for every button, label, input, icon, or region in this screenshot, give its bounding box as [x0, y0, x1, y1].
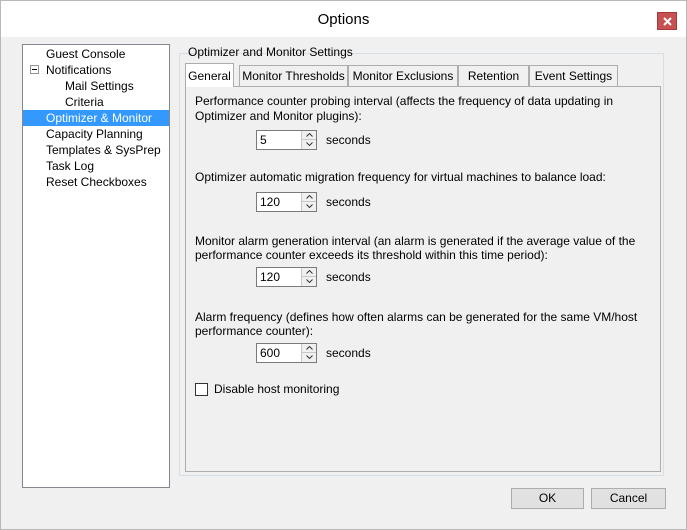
tab-monitor-exclusions[interactable]: Monitor Exclusions — [348, 65, 458, 87]
migration-frequency-label: Optimizer automatic migration frequency … — [195, 170, 606, 184]
window-title: Options — [317, 11, 370, 28]
nav-item-guest-console[interactable]: Guest Console — [46, 46, 125, 62]
alarm-frequency-unit: seconds — [326, 346, 371, 360]
alarm-frequency-value: 600 — [260, 346, 281, 360]
chevron-down-icon — [306, 279, 313, 283]
ok-button[interactable]: OK — [511, 488, 584, 509]
nav-item-templates-sysprep[interactable]: Templates & SysPrep — [46, 142, 161, 158]
disable-host-monitoring-checkbox[interactable] — [195, 383, 208, 396]
nav-item-label: Notifications — [46, 63, 112, 77]
alarm-frequency-label-line1: Alarm frequency (defines how often alarm… — [195, 310, 638, 324]
cancel-button[interactable]: Cancel — [591, 488, 666, 509]
alarm-interval-label-line1: Monitor alarm generation interval (an al… — [195, 234, 636, 248]
nav-item-notifications[interactable]: Notifications — [46, 62, 111, 78]
close-icon — [663, 17, 672, 26]
migration-frequency-spinbox[interactable]: 120 — [256, 192, 317, 212]
migration-frequency-unit: seconds — [326, 195, 371, 209]
probing-interval-label-line1: Performance counter probing interval (af… — [195, 94, 614, 108]
alarm-interval-spinbox[interactable]: 120 — [256, 267, 317, 287]
close-button[interactable] — [657, 12, 677, 30]
tab-monitor-thresholds[interactable]: Monitor Thresholds — [239, 65, 348, 87]
nav-item-label: Guest Console — [46, 47, 126, 61]
probing-interval-value: 5 — [260, 133, 267, 147]
nav-item-capacity-planning[interactable]: Capacity Planning — [46, 126, 143, 142]
chevron-up-icon — [306, 270, 313, 274]
nav-item-criteria[interactable]: Criteria — [65, 94, 104, 110]
options-dialog: Options Guest Console Notifications Mail… — [0, 0, 687, 530]
probing-interval-up-button[interactable] — [302, 131, 316, 140]
chevron-up-icon — [306, 133, 313, 137]
chevron-down-icon — [306, 355, 313, 359]
settings-tree[interactable]: Guest Console Notifications Mail Setting… — [22, 44, 170, 488]
tab-retention[interactable]: Retention — [458, 65, 529, 87]
nav-item-mail-settings[interactable]: Mail Settings — [65, 78, 134, 94]
alarm-interval-value: 120 — [260, 270, 281, 284]
chevron-down-icon — [306, 142, 313, 146]
tab-general[interactable]: General — [185, 63, 234, 87]
alarm-interval-label-line2: performance counter exceeds its threshol… — [195, 248, 548, 262]
disable-host-monitoring-label[interactable]: Disable host monitoring — [214, 382, 339, 397]
migration-frequency-up-button[interactable] — [302, 193, 316, 202]
alarm-frequency-down-button[interactable] — [302, 353, 316, 362]
nav-item-label: Mail Settings — [65, 79, 134, 93]
alarm-frequency-spinbox[interactable]: 600 — [256, 343, 317, 363]
group-label: Optimizer and Monitor Settings — [188, 45, 353, 59]
alarm-frequency-label-line2: performance counter): — [195, 324, 314, 338]
probing-interval-spinbox[interactable]: 5 — [256, 130, 317, 150]
collapse-icon[interactable] — [30, 65, 39, 74]
nav-item-label: Templates & SysPrep — [46, 143, 161, 157]
nav-item-label: Reset Checkboxes — [46, 175, 147, 189]
nav-item-task-log[interactable]: Task Log — [46, 158, 94, 174]
alarm-interval-unit: seconds — [326, 270, 371, 284]
probing-interval-label-line2: Optimizer and Monitor plugins): — [195, 109, 362, 123]
alarm-interval-up-button[interactable] — [302, 268, 316, 277]
alarm-interval-down-button[interactable] — [302, 277, 316, 286]
chevron-up-icon — [306, 346, 313, 350]
tab-event-settings[interactable]: Event Settings — [529, 65, 618, 87]
nav-item-label: Capacity Planning — [46, 127, 143, 141]
probing-interval-down-button[interactable] — [302, 140, 316, 149]
nav-item-label: Task Log — [46, 159, 95, 173]
chevron-up-icon — [306, 195, 313, 199]
nav-item-reset-checkboxes[interactable]: Reset Checkboxes — [46, 174, 147, 190]
chevron-down-icon — [306, 204, 313, 208]
nav-item-label: Optimizer & Monitor — [46, 111, 153, 125]
migration-frequency-down-button[interactable] — [302, 202, 316, 211]
nav-item-optimizer-monitor[interactable]: Optimizer & Monitor — [23, 110, 169, 126]
migration-frequency-value: 120 — [260, 195, 281, 209]
probing-interval-unit: seconds — [326, 133, 371, 147]
nav-item-label: Criteria — [65, 95, 104, 109]
title-bar[interactable]: Options — [1, 1, 686, 37]
alarm-frequency-up-button[interactable] — [302, 344, 316, 353]
